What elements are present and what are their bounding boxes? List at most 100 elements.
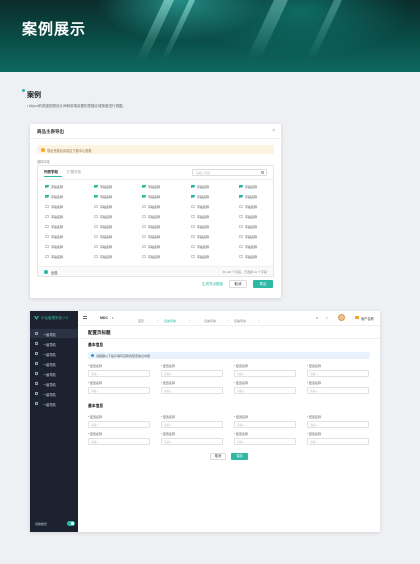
text-input[interactable]: 请输入 bbox=[88, 370, 150, 377]
field-checkbox-item[interactable]: 字段名称 bbox=[191, 193, 235, 200]
checkbox[interactable] bbox=[191, 194, 195, 198]
field-checkbox-item[interactable]: 字段名称 bbox=[94, 193, 138, 200]
select-all-radio[interactable] bbox=[44, 270, 48, 274]
tab-item[interactable]: 包裹导航 bbox=[234, 319, 246, 323]
checkbox[interactable] bbox=[239, 224, 243, 228]
checkbox[interactable] bbox=[45, 184, 49, 188]
avatar[interactable] bbox=[338, 314, 345, 321]
checkbox[interactable] bbox=[142, 214, 146, 218]
text-input[interactable]: 请输入 bbox=[88, 438, 150, 445]
text-input[interactable]: 请输入 bbox=[307, 438, 369, 445]
field-checkbox-item[interactable]: 字段名称 bbox=[94, 253, 138, 260]
sidebar-item[interactable]: 一级导航 bbox=[30, 369, 78, 378]
field-checkbox-item[interactable]: 字段名称 bbox=[239, 203, 283, 210]
text-input[interactable]: 请输入 bbox=[161, 370, 223, 377]
text-input[interactable]: 请输入 bbox=[234, 387, 296, 394]
field-checkbox-item[interactable]: 字段名称 bbox=[45, 193, 89, 200]
checkbox[interactable] bbox=[45, 234, 49, 238]
checkbox[interactable] bbox=[142, 194, 146, 198]
field-checkbox-item[interactable]: 字段名称 bbox=[239, 253, 283, 260]
field-checkbox-item[interactable]: 字段名称 bbox=[142, 233, 186, 240]
checkbox[interactable] bbox=[191, 254, 195, 258]
close-icon[interactable]: × bbox=[227, 319, 229, 323]
field-checkbox-item[interactable]: 字段名称 bbox=[191, 243, 235, 250]
checkbox[interactable] bbox=[142, 184, 146, 188]
checkbox[interactable] bbox=[239, 184, 243, 188]
field-checkbox-item[interactable]: 字段名称 bbox=[239, 243, 283, 250]
checkbox[interactable] bbox=[94, 254, 98, 258]
checkbox[interactable] bbox=[45, 254, 49, 258]
checkbox[interactable] bbox=[239, 234, 243, 238]
text-input[interactable]: 请输入 bbox=[307, 421, 369, 428]
checkbox[interactable] bbox=[191, 234, 195, 238]
text-input[interactable]: 请输入 bbox=[234, 421, 296, 428]
checkbox[interactable] bbox=[191, 204, 195, 208]
sidebar-item[interactable]: 一级导航 bbox=[30, 339, 78, 348]
menu-icon[interactable] bbox=[83, 316, 87, 319]
field-checkbox-item[interactable]: 字段名称 bbox=[45, 213, 89, 220]
checkbox[interactable] bbox=[239, 214, 243, 218]
field-checkbox-item[interactable]: 字段名称 bbox=[142, 183, 186, 190]
field-checkbox-item[interactable]: 字段名称 bbox=[142, 203, 186, 210]
text-input[interactable]: 请输入 bbox=[88, 387, 150, 394]
checkbox[interactable] bbox=[142, 244, 146, 248]
field-checkbox-item[interactable]: 字段名称 bbox=[239, 193, 283, 200]
field-checkbox-item[interactable]: 字段名称 bbox=[239, 183, 283, 190]
field-checkbox-item[interactable]: 字段名称 bbox=[94, 233, 138, 240]
checkbox[interactable] bbox=[94, 224, 98, 228]
field-search-input[interactable]: 请输入字段 bbox=[192, 169, 267, 176]
text-input[interactable]: 请输入 bbox=[161, 421, 223, 428]
text-input[interactable]: 请输入 bbox=[161, 387, 223, 394]
cancel-button[interactable]: 取消 bbox=[210, 453, 226, 460]
generate-template-link[interactable]: 生成导出模板 bbox=[202, 282, 223, 287]
checkbox[interactable] bbox=[94, 234, 98, 238]
checkbox[interactable] bbox=[45, 194, 49, 198]
field-checkbox-item[interactable]: 字段名称 bbox=[94, 213, 138, 220]
text-input[interactable]: 请输入 bbox=[307, 387, 369, 394]
field-checkbox-item[interactable]: 字段名称 bbox=[142, 253, 186, 260]
bell-icon[interactable]: ♪ bbox=[326, 316, 328, 320]
checkbox[interactable] bbox=[94, 204, 98, 208]
cancel-button[interactable]: 取消 bbox=[229, 280, 247, 288]
field-checkbox-item[interactable]: 字段名称 bbox=[45, 203, 89, 210]
checkbox[interactable] bbox=[239, 254, 243, 258]
field-checkbox-item[interactable]: 字段名称 bbox=[142, 213, 186, 220]
text-input[interactable]: 请输入 bbox=[234, 370, 296, 377]
checkbox[interactable] bbox=[239, 194, 243, 198]
field-checkbox-item[interactable]: 字段名称 bbox=[45, 223, 89, 230]
export-button[interactable]: 导出 bbox=[253, 280, 273, 288]
mode-toggle[interactable] bbox=[67, 521, 75, 526]
tab-item[interactable]: 包裹导航 bbox=[204, 319, 216, 323]
text-input[interactable]: 请输入 bbox=[234, 438, 296, 445]
checkbox[interactable] bbox=[239, 204, 243, 208]
checkbox[interactable] bbox=[142, 224, 146, 228]
checkbox[interactable] bbox=[239, 244, 243, 248]
tab-home[interactable]: 首页 bbox=[138, 319, 144, 323]
field-checkbox-item[interactable]: 字段名称 bbox=[94, 183, 138, 190]
close-icon[interactable]: × bbox=[157, 319, 159, 323]
checkbox[interactable] bbox=[94, 214, 98, 218]
field-checkbox-item[interactable]: 字段名称 bbox=[142, 193, 186, 200]
checkbox[interactable] bbox=[94, 244, 98, 248]
sidebar-item[interactable]: 一级导航 bbox=[30, 349, 78, 358]
checkbox[interactable] bbox=[191, 224, 195, 228]
field-checkbox-item[interactable]: 字段名称 bbox=[239, 233, 283, 240]
field-checkbox-item[interactable]: 字段名称 bbox=[191, 213, 235, 220]
search-icon[interactable]: ⌕ bbox=[316, 316, 318, 320]
checkbox[interactable] bbox=[45, 244, 49, 248]
org-selector[interactable]: MDC bbox=[100, 316, 108, 320]
field-checkbox-item[interactable]: 字段名称 bbox=[191, 203, 235, 210]
field-checkbox-item[interactable]: 字段名称 bbox=[45, 243, 89, 250]
save-button[interactable]: 保存 bbox=[231, 453, 248, 460]
checkbox[interactable] bbox=[142, 234, 146, 238]
field-checkbox-item[interactable]: 字段名称 bbox=[191, 233, 235, 240]
checkbox[interactable] bbox=[191, 244, 195, 248]
tab-active[interactable]: 包裹导航 bbox=[164, 319, 176, 323]
user-name[interactable]: 用户名称 bbox=[361, 316, 374, 321]
sidebar-item[interactable]: 一级导航 bbox=[30, 389, 78, 398]
checkbox[interactable] bbox=[191, 214, 195, 218]
field-checkbox-item[interactable]: 字段名称 bbox=[45, 253, 89, 260]
text-input[interactable]: 请输入 bbox=[88, 421, 150, 428]
text-input[interactable]: 请输入 bbox=[161, 438, 223, 445]
field-checkbox-item[interactable]: 字段名称 bbox=[191, 183, 235, 190]
